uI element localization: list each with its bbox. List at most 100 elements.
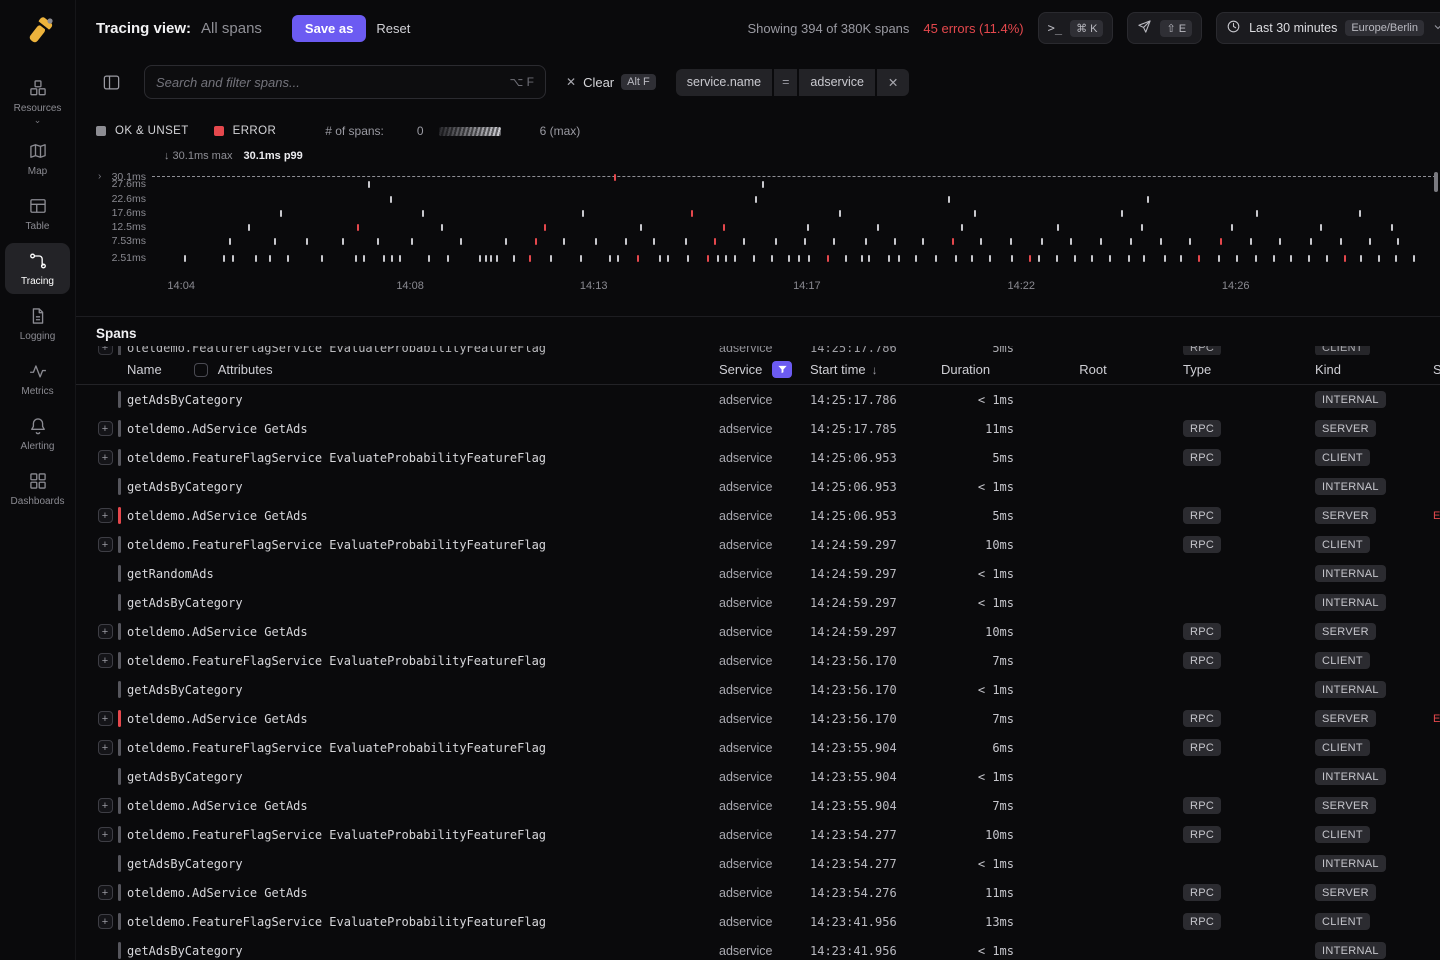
expand-row-button[interactable]: +: [98, 740, 113, 755]
ok-span-mark[interactable]: [617, 255, 619, 262]
error-span-mark[interactable]: [691, 210, 693, 217]
table-row[interactable]: getRandomAdsadservice14:24:59.297< 1msIN…: [76, 559, 1440, 588]
save-as-button[interactable]: Save as: [292, 15, 366, 42]
ok-span-mark[interactable]: [232, 255, 234, 262]
ok-span-mark[interactable]: [753, 255, 755, 262]
expand-row-button[interactable]: +: [98, 537, 113, 552]
ok-span-mark[interactable]: [974, 210, 976, 217]
ok-span-mark[interactable]: [485, 255, 487, 262]
error-span-mark[interactable]: [1220, 238, 1222, 245]
ok-span-mark[interactable]: [1189, 238, 1191, 245]
ok-span-mark[interactable]: [1255, 255, 1257, 262]
expand-row-button[interactable]: +: [98, 827, 113, 842]
ok-span-mark[interactable]: [935, 255, 937, 262]
ok-span-mark[interactable]: [280, 210, 282, 217]
column-header-start-time[interactable]: Start time: [810, 362, 866, 377]
ok-span-mark[interactable]: [1109, 255, 1111, 262]
sidebar-item-alerting[interactable]: Alerting: [5, 408, 70, 459]
error-span-mark[interactable]: [714, 238, 716, 245]
ok-span-mark[interactable]: [321, 255, 323, 262]
table-row[interactable]: +oteldemo.FeatureFlagService EvaluatePro…: [76, 646, 1440, 675]
ok-span-mark[interactable]: [1378, 255, 1380, 262]
ok-span-mark[interactable]: [383, 255, 385, 262]
column-header-name[interactable]: Name: [127, 362, 162, 377]
ok-span-mark[interactable]: [725, 255, 727, 262]
error-span-mark[interactable]: [614, 174, 616, 181]
table-row[interactable]: +oteldemo.FeatureFlagService EvaluatePro…: [76, 443, 1440, 472]
ok-span-mark[interactable]: [915, 255, 917, 262]
ok-span-mark[interactable]: [659, 255, 661, 262]
ok-span-mark[interactable]: [563, 238, 565, 245]
expand-row-button[interactable]: +: [98, 653, 113, 668]
error-span-mark[interactable]: [357, 224, 359, 231]
ok-span-mark[interactable]: [861, 255, 863, 262]
table-row[interactable]: getAdsByCategoryadservice14:23:54.277< 1…: [76, 849, 1440, 878]
expand-row-button[interactable]: +: [98, 624, 113, 639]
sidebar-item-tracing[interactable]: Tracing: [5, 243, 70, 294]
toggle-panel-button[interactable]: [96, 67, 126, 97]
ok-span-mark[interactable]: [1397, 238, 1399, 245]
ok-span-mark[interactable]: [788, 255, 790, 262]
ok-span-mark[interactable]: [1369, 238, 1371, 245]
table-row[interactable]: +oteldemo.AdService GetAdsadservice14:23…: [76, 704, 1440, 733]
error-span-mark[interactable]: [544, 224, 546, 231]
error-span-mark[interactable]: [723, 224, 725, 231]
sidebar-item-map[interactable]: Map: [5, 133, 70, 184]
ok-span-mark[interactable]: [1308, 255, 1310, 262]
ok-span-mark[interactable]: [479, 255, 481, 262]
sidebar-item-dashboards[interactable]: Dashboards: [5, 463, 70, 514]
error-span-mark[interactable]: [637, 255, 639, 262]
ok-span-mark[interactable]: [411, 238, 413, 245]
ok-span-mark[interactable]: [248, 224, 250, 231]
ok-span-mark[interactable]: [447, 255, 449, 262]
ok-span-mark[interactable]: [1128, 255, 1130, 262]
ok-span-mark[interactable]: [460, 238, 462, 245]
column-header-duration[interactable]: Duration: [934, 362, 1016, 377]
ok-span-mark[interactable]: [550, 255, 552, 262]
ok-span-mark[interactable]: [922, 238, 924, 245]
ok-span-mark[interactable]: [1391, 224, 1393, 231]
ok-span-mark[interactable]: [948, 196, 950, 203]
ok-span-mark[interactable]: [1290, 255, 1292, 262]
ok-span-mark[interactable]: [1074, 255, 1076, 262]
ok-span-mark[interactable]: [989, 255, 991, 262]
column-header-status[interactable]: Status: [1420, 362, 1440, 377]
ok-span-mark[interactable]: [1310, 238, 1312, 245]
error-span-mark[interactable]: [529, 255, 531, 262]
ok-span-mark[interactable]: [595, 238, 597, 245]
ok-span-mark[interactable]: [441, 224, 443, 231]
expand-row-button[interactable]: +: [98, 885, 113, 900]
ok-span-mark[interactable]: [390, 196, 392, 203]
ok-span-mark[interactable]: [580, 255, 582, 262]
ok-span-mark[interactable]: [513, 255, 515, 262]
ok-span-mark[interactable]: [1360, 255, 1362, 262]
view-scope[interactable]: All spans: [201, 20, 262, 37]
table-row[interactable]: +oteldemo.FeatureFlagService EvaluatePro…: [76, 530, 1440, 559]
table-row[interactable]: getAdsByCategoryadservice14:24:59.297< 1…: [76, 588, 1440, 617]
ok-span-mark[interactable]: [865, 238, 867, 245]
ok-span-mark[interactable]: [1413, 255, 1415, 262]
ok-span-mark[interactable]: [833, 238, 835, 245]
ok-span-mark[interactable]: [1395, 255, 1397, 262]
ok-span-mark[interactable]: [306, 238, 308, 245]
table-row[interactable]: +oteldemo.FeatureFlagService EvaluatePro…: [76, 733, 1440, 762]
filter-key[interactable]: service.name: [676, 69, 772, 96]
ok-span-mark[interactable]: [274, 238, 276, 245]
table-row[interactable]: +oteldemo.AdService GetAdsadservice14:23…: [76, 878, 1440, 907]
ok-span-mark[interactable]: [1121, 210, 1123, 217]
expand-row-button[interactable]: +: [98, 798, 113, 813]
sidebar-item-table[interactable]: Table: [5, 188, 70, 239]
ok-span-mark[interactable]: [1056, 255, 1058, 262]
service-filter-icon[interactable]: [772, 361, 792, 378]
ok-span-mark[interactable]: [1141, 224, 1143, 231]
ok-span-mark[interactable]: [734, 255, 736, 262]
ok-span-mark[interactable]: [428, 255, 430, 262]
ok-span-mark[interactable]: [1273, 255, 1275, 262]
attributes-checkbox[interactable]: [194, 363, 208, 377]
expand-row-button[interactable]: +: [98, 914, 113, 929]
expand-row-button[interactable]: +: [98, 711, 113, 726]
ok-span-mark[interactable]: [798, 255, 800, 262]
error-span-mark[interactable]: [1198, 255, 1200, 262]
ok-span-mark[interactable]: [1164, 255, 1166, 262]
ok-span-mark[interactable]: [717, 255, 719, 262]
